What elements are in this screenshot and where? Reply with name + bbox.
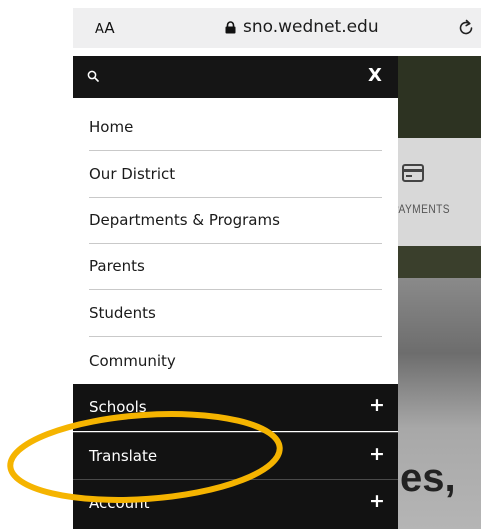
header-banner <box>398 56 481 138</box>
search-icon <box>87 70 99 82</box>
menu-item-label: Community <box>89 352 176 370</box>
menu-item-translate[interactable]: Translate + <box>73 432 398 479</box>
close-menu-button[interactable]: X <box>368 65 382 86</box>
credit-card-icon <box>402 164 424 182</box>
address-bar[interactable]: AA sno.wednet.edu <box>73 8 481 48</box>
url-domain: sno.wednet.edu <box>243 17 379 37</box>
expand-plus-icon[interactable]: + <box>369 394 385 416</box>
menu-item-label: Account <box>89 494 150 512</box>
search-input[interactable] <box>109 64 353 92</box>
expand-plus-icon[interactable]: + <box>369 443 385 465</box>
text-size-big: A <box>104 19 116 37</box>
navigation-menu: X Home Our District Departments & Progra… <box>73 56 398 529</box>
quick-links-strip <box>398 138 481 246</box>
background-page: PAYMENTS es, <box>398 56 481 529</box>
menu-item-label: Departments & Programs <box>89 211 280 229</box>
menu-item-label: Parents <box>89 257 145 275</box>
menu-item-our-district[interactable]: Our District <box>89 151 382 198</box>
nav-strip <box>398 246 481 278</box>
text-size-small: A <box>95 22 105 37</box>
menu-item-label: Translate <box>89 447 158 465</box>
payments-link[interactable]: PAYMENTS <box>398 202 450 216</box>
menu-item-label: Our District <box>89 165 176 183</box>
lock-icon <box>225 21 236 34</box>
menu-item-departments-programs[interactable]: Departments & Programs <box>89 197 382 244</box>
search-bar: X <box>73 56 398 98</box>
menu-item-students[interactable]: Students <box>89 290 382 337</box>
menu-item-label: Students <box>89 304 156 322</box>
menu-item-parents[interactable]: Parents <box>89 243 382 290</box>
menu-item-home[interactable]: Home <box>89 104 382 151</box>
expand-plus-icon[interactable]: + <box>369 490 385 512</box>
reload-icon[interactable] <box>456 18 476 38</box>
menu-item-label: Schools <box>89 398 147 416</box>
menu-item-label: Home <box>89 118 134 136</box>
menu-item-community[interactable]: Community <box>89 338 382 385</box>
text-size-button[interactable]: AA <box>95 19 115 37</box>
menu-item-account[interactable]: Account + <box>73 479 398 529</box>
menu-item-schools[interactable]: Schools + <box>73 384 398 431</box>
hero-headline: es, <box>400 456 456 500</box>
